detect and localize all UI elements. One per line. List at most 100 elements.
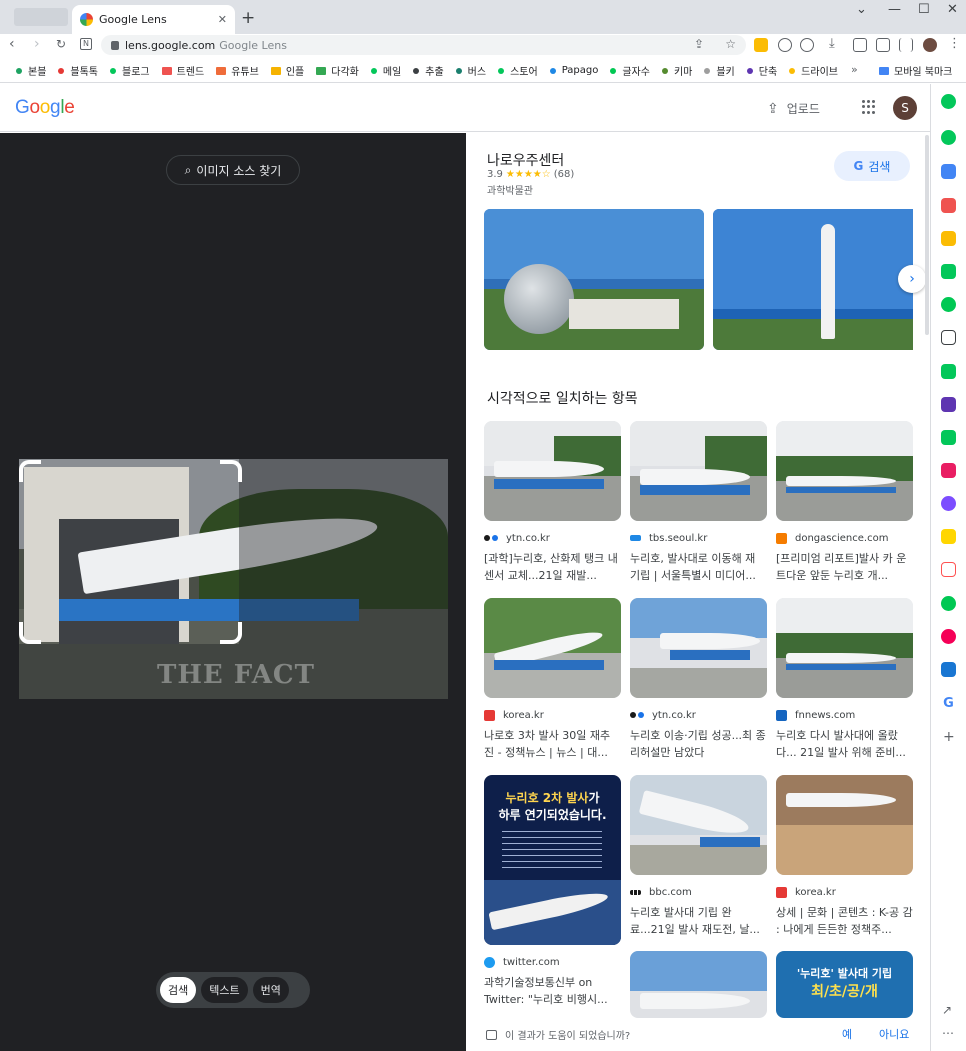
place-image[interactable]: [713, 209, 913, 350]
sidebar-calendar-icon[interactable]: [941, 164, 956, 179]
find-image-source-button[interactable]: ⌕ 이미지 소스 찾기: [166, 155, 300, 185]
visual-match-card[interactable]: 누리호 2차 발사가 하루 연기되었습니다. twitter.com 과학기술정…: [484, 775, 621, 1008]
bookmark-item[interactable]: 추출: [413, 63, 444, 78]
mode-search-button[interactable]: 검색: [160, 977, 197, 1003]
bookmark-item[interactable]: 본블: [16, 63, 46, 78]
bookmark-item[interactable]: 스토어: [498, 63, 538, 78]
place-image[interactable]: [484, 209, 704, 350]
bookmark-folder[interactable]: 유튜브: [216, 63, 259, 78]
side-panel-icon[interactable]: [899, 38, 913, 52]
sidebar-memo-icon[interactable]: [941, 330, 956, 345]
crop-handle-top-right[interactable]: [220, 460, 242, 482]
place-search-button[interactable]: G 검색: [834, 151, 910, 181]
minimize-button[interactable]: —: [888, 2, 901, 17]
match-thumbnail[interactable]: [630, 775, 767, 875]
sidebar-bookmark-icon[interactable]: [941, 596, 956, 611]
feedback-no-button[interactable]: 아니요: [879, 1026, 909, 1042]
sidebar-talk-icon[interactable]: [941, 130, 956, 145]
match-thumbnail[interactable]: [484, 598, 621, 698]
visual-match-card[interactable]: dongascience.com [프리미엄 리포트]발사 카 운트다운 앞둔 …: [776, 421, 913, 584]
match-thumbnail[interactable]: [630, 951, 767, 1018]
reload-icon[interactable]: ↻: [56, 37, 66, 51]
sidebar-music-icon[interactable]: [941, 629, 956, 644]
extensions-puzzle-icon[interactable]: [800, 38, 814, 52]
bookmark-item[interactable]: 블톡톡: [58, 63, 98, 78]
bookmark-item[interactable]: Papago: [549, 65, 598, 76]
bookmark-item[interactable]: 블키: [704, 63, 735, 78]
naver-home-icon[interactable]: N: [80, 38, 92, 50]
visual-match-card[interactable]: korea.kr 나로호 3차 발사 30일 재추 진 - 정책뉴스 | 뉴스 …: [484, 598, 621, 761]
visual-match-card[interactable]: ytn.co.kr 누리호 이송·기립 성공...최 종 리허설만 남았다: [630, 598, 767, 761]
visual-match-card[interactable]: bbc.com 누리호 발사대 기립 완 료...21일 발사 재도전, 날..…: [630, 775, 767, 938]
sidebar-instagram-icon[interactable]: [941, 463, 956, 478]
bookmark-item[interactable]: 단축: [746, 63, 777, 78]
match-thumbnail[interactable]: [776, 598, 913, 698]
address-bar[interactable]: lens.google.com Google Lens ⇪ ☆: [101, 35, 746, 55]
bookmark-folder[interactable]: 다각화: [316, 63, 359, 78]
extension-yellow-icon[interactable]: [754, 38, 768, 52]
upload-button[interactable]: ⇪ 업로드: [767, 100, 820, 117]
visual-match-card[interactable]: korea.kr 상세 | 문화 | 콘텐츠 : K-공 감 : 나에게 든든한…: [776, 775, 913, 938]
new-tab-button[interactable]: +: [241, 8, 255, 28]
bookmark-item[interactable]: 키마: [661, 63, 692, 78]
maximize-button[interactable]: ☐: [918, 2, 930, 17]
bookmark-item[interactable]: 메일: [370, 63, 401, 78]
sidebar-note-icon[interactable]: [941, 529, 956, 544]
sidebar-naver-n-icon[interactable]: [941, 430, 956, 445]
sidebar-naver-icon[interactable]: [941, 94, 956, 109]
bookmark-item[interactable]: 블로그: [110, 63, 150, 78]
tab-close-icon[interactable]: ✕: [218, 13, 227, 26]
sidebar-google-icon[interactable]: G: [941, 696, 956, 711]
visual-match-card[interactable]: '누리호' 발사대 기립 최/초/공/개: [776, 951, 913, 1018]
crop-handle-top-left[interactable]: [19, 460, 41, 482]
close-window-button[interactable]: ✕: [947, 2, 958, 17]
google-apps-icon[interactable]: [862, 100, 876, 114]
match-thumbnail[interactable]: [484, 421, 621, 521]
menu-icon[interactable]: ⋮: [948, 36, 961, 51]
match-thumbnail[interactable]: [776, 421, 913, 521]
match-thumbnail[interactable]: [776, 775, 913, 875]
sidebar-translate-icon[interactable]: [941, 662, 956, 677]
bookmarks-overflow-button[interactable]: »: [851, 63, 858, 76]
mouse-extension-icon[interactable]: [778, 38, 792, 52]
profile-avatar-icon[interactable]: [923, 38, 937, 52]
sidebar-open-external-icon[interactable]: ↗: [942, 1003, 952, 1017]
match-thumbnail[interactable]: '누리호' 발사대 기립 최/초/공/개: [776, 951, 913, 1018]
account-avatar[interactable]: S: [893, 96, 917, 120]
google-logo[interactable]: Google: [15, 97, 75, 119]
mode-text-button[interactable]: 텍스트: [201, 977, 248, 1003]
carousel-next-button[interactable]: ›: [898, 265, 926, 293]
bookmark-folder[interactable]: 트렌드: [161, 63, 204, 78]
bookmark-item[interactable]: 글자수: [610, 63, 650, 78]
tab-search-chevron-icon[interactable]: ⌄: [856, 2, 867, 17]
screenshot-icon[interactable]: [876, 38, 890, 52]
crop-handle-bottom-left[interactable]: [19, 622, 41, 644]
cast-icon[interactable]: [853, 38, 867, 52]
download-icon[interactable]: ⤓: [829, 36, 835, 51]
tab-google-lens[interactable]: Google Lens ✕: [72, 5, 235, 34]
sidebar-play-icon[interactable]: [941, 297, 956, 312]
visual-match-card[interactable]: [630, 951, 767, 1018]
share-icon[interactable]: ⇪: [694, 37, 704, 51]
sidebar-bulb-icon[interactable]: [941, 496, 956, 511]
mode-translate-button[interactable]: 번역: [252, 977, 289, 1003]
sidebar-add-icon[interactable]: +: [943, 729, 955, 745]
match-thumbnail[interactable]: [630, 421, 767, 521]
visual-match-card[interactable]: fnnews.com 누리호 다시 발사대에 올랐 다... 21일 발사 위해…: [776, 598, 913, 761]
sidebar-band-icon[interactable]: [941, 364, 956, 379]
sidebar-calendar-31-icon[interactable]: [941, 397, 956, 412]
sidebar-more-icon[interactable]: ⋯: [942, 1026, 954, 1040]
visual-match-card[interactable]: ytn.co.kr [과학]누리호, 산화제 탱크 내 센서 교체...21일 …: [484, 421, 621, 584]
match-thumbnail[interactable]: [630, 598, 767, 698]
results-scrollbar[interactable]: [925, 135, 929, 335]
bookmark-item[interactable]: 버스: [455, 63, 486, 78]
crop-handle-bottom-right[interactable]: [220, 622, 242, 644]
sidebar-contacts-icon[interactable]: [941, 264, 956, 279]
sidebar-pocket-icon[interactable]: [941, 198, 956, 213]
bookmark-star-icon[interactable]: ☆: [725, 37, 736, 51]
forward-arrow-icon[interactable]: ›: [34, 36, 40, 52]
mobile-bookmarks-folder[interactable]: 모바일 북마크: [879, 63, 952, 78]
sidebar-chat-icon[interactable]: [941, 562, 956, 577]
bookmark-folder[interactable]: 인플: [270, 63, 304, 78]
sidebar-star-icon[interactable]: [941, 231, 956, 246]
